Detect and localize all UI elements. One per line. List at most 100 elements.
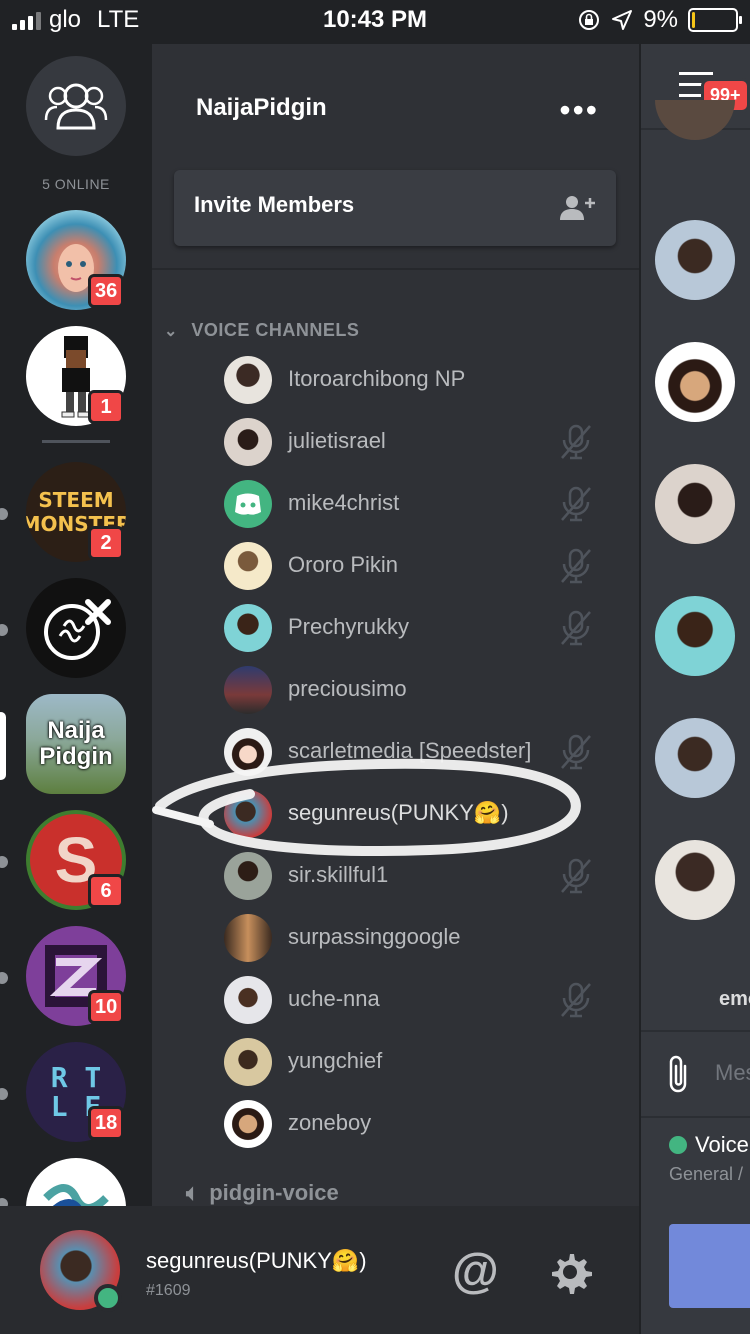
member-name: julietisrael	[288, 428, 386, 453]
friends-home-button[interactable]	[26, 56, 126, 156]
voice-connected-status[interactable]: Voice	[669, 1132, 749, 1158]
voice-action-button[interactable]	[669, 1224, 750, 1308]
partial-username: emo	[719, 988, 750, 1010]
unread-badge: 2	[88, 526, 124, 560]
user-panel: segunreus(PUNKY🤗) #1609 @	[0, 1206, 639, 1334]
unread-badge: 10	[88, 990, 125, 1024]
voice-member[interactable]: julietisrael	[224, 418, 624, 468]
muted-mic-icon	[561, 548, 591, 584]
mentions-button[interactable]: @	[452, 1244, 499, 1299]
rotation-lock-icon	[579, 10, 600, 30]
voice-member[interactable]: zoneboy	[224, 1100, 624, 1150]
voice-member[interactable]: Itoroarchibong NP	[224, 356, 624, 406]
server-name[interactable]: NaijaPidgin	[196, 94, 327, 122]
member-name: preciousimo	[288, 676, 407, 701]
guild-steemit[interactable]	[26, 1158, 126, 1206]
chat-avatar	[655, 840, 735, 920]
current-username: segunreus(PUNKY🤗)	[146, 1248, 367, 1273]
battery-percent: 9%	[643, 6, 678, 33]
avatar	[224, 356, 272, 404]
voice-member[interactable]: Ororo Pikin	[224, 542, 624, 592]
voice-member[interactable]: uche-nna	[224, 976, 624, 1026]
avatar	[224, 852, 272, 900]
avatar	[224, 914, 272, 962]
message-input-placeholder: Mes	[715, 1060, 750, 1085]
channel-panel: NaijaPidgin ••• Invite Members ⌄ VOICE C…	[152, 44, 639, 1206]
voice-channel-pidgin-voice[interactable]: 🔈︎ pidgin-voice	[186, 1180, 339, 1206]
member-name: sir.skillful1	[288, 862, 389, 887]
unread-badge: 36	[88, 274, 125, 308]
member-name: yungchief	[288, 1048, 383, 1073]
unread-badge: 18	[88, 1106, 125, 1140]
member-name: zoneboy	[288, 1110, 372, 1135]
muted-mic-icon	[561, 610, 591, 646]
settings-gear-icon[interactable]	[548, 1250, 592, 1294]
guild-naija-pidgin[interactable]: Naija Pidgin	[26, 694, 126, 794]
speaker-icon: 🔈︎	[186, 1180, 200, 1205]
avatar	[224, 728, 272, 776]
voice-member[interactable]: preciousimo	[224, 666, 624, 716]
voice-member[interactable]: scarletmedia [Speedster]	[224, 728, 624, 778]
chevron-down-icon: ⌄	[164, 323, 178, 340]
guild-steem-x[interactable]	[26, 578, 126, 678]
member-name: surpassinggoogle	[288, 924, 461, 949]
avatar	[224, 480, 272, 528]
category-label: VOICE CHANNELS	[191, 320, 360, 340]
invite-members-button[interactable]: Invite Members	[174, 170, 616, 246]
voice-member[interactable]: Prechyrukky	[224, 604, 624, 654]
avatar	[224, 1100, 272, 1148]
voice-member[interactable]: sir.skillful1	[224, 852, 624, 902]
member-name: mike4christ	[288, 490, 400, 515]
unread-pip	[0, 624, 8, 636]
voice-channels-category[interactable]: ⌄ VOICE CHANNELS	[164, 320, 359, 341]
chat-avatar	[655, 220, 735, 300]
message-input-bar[interactable]: Mes	[641, 1030, 750, 1118]
muted-mic-icon	[561, 982, 591, 1018]
channel-name: pidgin-voice	[209, 1180, 339, 1205]
member-name: Itoroarchibong NP	[288, 366, 466, 391]
user-discriminator: #1609	[146, 1282, 191, 1299]
online-status-indicator	[94, 1284, 122, 1312]
member-name: Prechyrukky	[288, 614, 410, 639]
chat-avatar	[655, 718, 735, 798]
voice-member[interactable]: mike4christ	[224, 480, 624, 530]
avatar	[224, 1038, 272, 1086]
chat-avatar	[655, 464, 735, 544]
voice-connected-dot	[669, 1136, 687, 1154]
member-name: Ororo Pikin	[288, 552, 399, 577]
avatar	[224, 542, 272, 590]
member-name: scarletmedia [Speedster]	[288, 738, 532, 763]
voice-member-highlighted[interactable]: segunreus(PUNKY🤗)	[224, 790, 624, 840]
panel-divider	[152, 268, 639, 270]
location-arrow-icon	[612, 10, 633, 30]
unread-pip	[0, 1198, 8, 1206]
steem-logo-icon	[44, 599, 111, 660]
unread-pip	[0, 508, 8, 520]
member-name: segunreus(PUNKY🤗)	[288, 800, 509, 825]
attachment-paperclip-icon[interactable]	[665, 1052, 691, 1096]
online-count: 5 ONLINE	[42, 176, 110, 192]
voice-connected-label: Voice	[695, 1132, 749, 1157]
unread-pip	[0, 856, 8, 868]
avatar	[224, 666, 272, 714]
status-bar: glo LTE 10:43 PM 9%	[0, 0, 750, 44]
voice-member[interactable]: surpassinggoogle	[224, 914, 624, 964]
unread-badge: 6	[88, 874, 124, 908]
unread-pip	[0, 1088, 8, 1100]
guild-sidebar: 5 ONLINE 36 1 STEEM MONSTER 2 Naija Pidg…	[0, 44, 152, 1206]
guild-art-text: Naija Pidgin	[39, 716, 113, 770]
chat-avatar	[655, 342, 735, 422]
voice-member[interactable]: yungchief	[224, 1038, 624, 1088]
muted-mic-icon	[561, 734, 591, 770]
member-name: uche-nna	[288, 986, 380, 1011]
unread-pip	[0, 972, 8, 984]
chat-panel-peek[interactable]: 99+ emo Mes Voice General /	[641, 44, 750, 1334]
battery-icon	[688, 8, 742, 32]
avatar	[224, 604, 272, 652]
chat-avatar	[655, 100, 735, 140]
server-menu-button[interactable]: •••	[559, 92, 599, 129]
friends-icon	[44, 83, 108, 130]
unread-badge: 1	[88, 390, 124, 424]
active-guild-indicator	[0, 712, 6, 780]
muted-mic-icon	[561, 858, 591, 894]
